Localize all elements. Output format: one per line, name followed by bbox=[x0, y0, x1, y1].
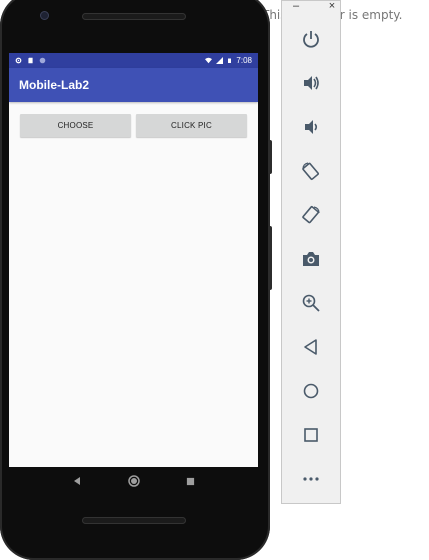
click-pic-button[interactable]: CLICK PIC bbox=[136, 114, 247, 137]
close-button[interactable]: × bbox=[322, 1, 342, 12]
emulator-toolbar bbox=[281, 0, 341, 504]
home-icon bbox=[303, 383, 319, 399]
signal-icon bbox=[216, 57, 224, 64]
button-row: CHOOSE CLICK PIC bbox=[9, 102, 258, 137]
app-title: Mobile-Lab2 bbox=[19, 78, 90, 92]
minimize-button[interactable]: – bbox=[286, 1, 306, 12]
back-icon bbox=[304, 339, 317, 355]
back-button[interactable] bbox=[299, 335, 323, 359]
camera-icon bbox=[303, 252, 319, 266]
power-icon bbox=[303, 31, 319, 48]
device-screen: 7:08 Mobile-Lab2 CHOOSE CLICK PIC bbox=[9, 53, 258, 467]
volume-up-icon bbox=[304, 76, 319, 90]
wifi-icon bbox=[205, 57, 213, 64]
more-icon bbox=[303, 477, 319, 481]
more-button[interactable] bbox=[299, 467, 323, 491]
device-nav-bar bbox=[9, 467, 258, 495]
volume-up-button[interactable] bbox=[299, 71, 323, 95]
bottom-speaker bbox=[82, 517, 186, 524]
status-time: 7:08 bbox=[236, 56, 252, 65]
zoom-icon bbox=[302, 294, 320, 312]
nav-overview-icon[interactable] bbox=[186, 477, 195, 486]
phone-side-button-power[interactable] bbox=[268, 140, 272, 174]
nav-home-icon[interactable] bbox=[128, 475, 140, 487]
home-button[interactable] bbox=[299, 379, 323, 403]
rotate-right-button[interactable] bbox=[299, 203, 323, 227]
app-bar: Mobile-Lab2 bbox=[9, 68, 258, 102]
phone-side-button-volume[interactable] bbox=[268, 226, 272, 290]
rotate-right-icon bbox=[302, 206, 320, 224]
volume-down-icon bbox=[305, 120, 318, 134]
overview-icon bbox=[304, 428, 318, 442]
panel-window-controls: – × bbox=[286, 0, 342, 12]
zoom-button[interactable] bbox=[299, 291, 323, 315]
choose-button[interactable]: CHOOSE bbox=[20, 114, 131, 137]
settings-icon bbox=[15, 57, 22, 64]
top-speaker bbox=[82, 13, 186, 20]
sync-icon bbox=[39, 57, 46, 64]
volume-down-button[interactable] bbox=[299, 115, 323, 139]
screenshot-button[interactable] bbox=[299, 247, 323, 271]
sd-card-icon bbox=[28, 57, 33, 64]
overview-button[interactable] bbox=[299, 423, 323, 447]
front-camera bbox=[40, 11, 49, 20]
battery-icon bbox=[228, 58, 232, 63]
status-bar: 7:08 bbox=[9, 53, 258, 68]
power-button[interactable] bbox=[299, 27, 323, 51]
nav-back-icon[interactable] bbox=[72, 476, 82, 486]
rotate-left-icon bbox=[302, 162, 319, 180]
rotate-left-button[interactable] bbox=[299, 159, 323, 183]
